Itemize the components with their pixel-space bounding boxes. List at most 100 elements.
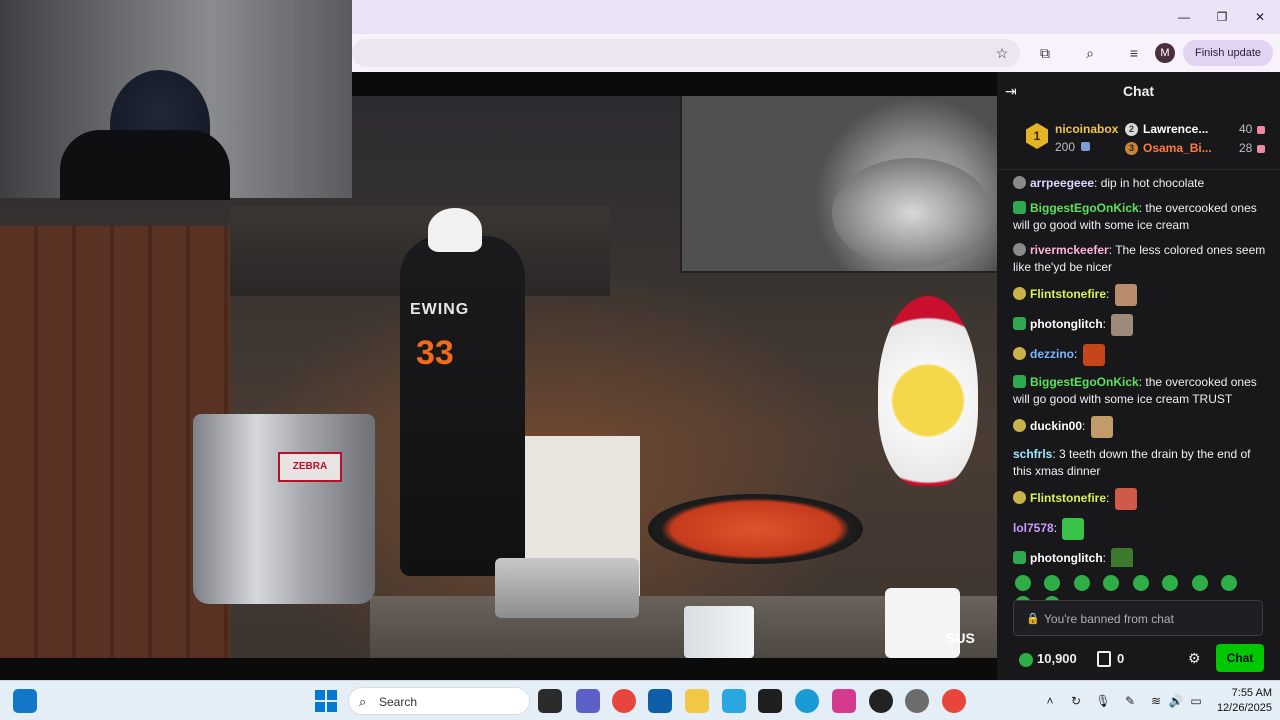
chat-emote-icon[interactable] [1114,284,1137,306]
chrome-icon[interactable] [612,689,636,713]
chat-separator: : [1102,317,1110,332]
chat-message[interactable]: photonglitch: [1013,314,1268,336]
emote-icon[interactable] [1162,575,1179,591]
restore-icon[interactable]: ❐ [1208,6,1236,28]
leaderboard-first-name[interactable]: nicoinabox [1055,122,1118,136]
emote-icon[interactable] [1015,575,1031,591]
store-icon[interactable] [1097,651,1111,667]
obs-icon[interactable] [869,689,893,713]
chat-username[interactable]: Flintstonefire [1030,491,1106,505]
chat-message[interactable]: lol7578: [1013,518,1268,540]
chat-message[interactable]: Flintstonefire: [1013,284,1268,306]
media-control-icon[interactable]: ≡ [1124,43,1144,63]
chat-username[interactable]: Flintstonefire [1030,287,1106,301]
chat-separator: : [1106,287,1113,302]
chat-username[interactable]: lol7578 [1013,521,1054,535]
emote-icon[interactable] [1221,575,1238,591]
jersey-number: 33 [416,334,454,372]
chat-username[interactable]: dezzino [1030,347,1074,361]
widgets-icon[interactable] [13,689,37,713]
chat-emote-icon[interactable] [1111,314,1134,336]
emote-icon[interactable] [1132,575,1149,591]
overhead-pot [832,158,992,268]
rank-badge-2: 2 [1125,123,1138,136]
teams-icon[interactable] [576,689,600,713]
taskbar-search[interactable]: ⌕ Search [348,687,530,715]
chat-emote-icon[interactable] [1090,416,1113,438]
chat-message-list[interactable]: arrpeegeee: dip in hot chocolate BiggestE… [997,175,1280,567]
santa-decoration [878,296,978,486]
emote-icon[interactable] [1073,575,1090,591]
chat-message[interactable]: Flintstonefire: [1013,488,1268,510]
system-clock[interactable]: 7:55 AM 12/26/2025 [1208,686,1272,716]
finish-update-button[interactable]: Finish update [1183,40,1273,66]
tab-search-icon[interactable]: ⌕ [1080,43,1100,63]
clock-time: 7:55 AM [1231,687,1272,699]
leaderboard-second-name[interactable]: Lawrence... [1143,122,1208,136]
microphone-icon[interactable]: 🎙 [1095,693,1111,709]
start-icon[interactable] [315,690,337,712]
chat-username[interactable]: schfrls [1013,447,1052,461]
sync-icon[interactable]: ↻ [1068,693,1084,709]
chat-input[interactable]: 🔒 You're banned from chat [1013,600,1263,636]
edge-icon[interactable] [795,689,819,713]
clock-date: 12/26/2025 [1216,702,1272,714]
chat-message[interactable]: BiggestEgoOnKick: the overcooked ones wi… [1013,200,1268,234]
store-app-icon[interactable] [648,689,672,713]
chat-emote-icon[interactable] [1082,344,1105,366]
chat-emote-icon[interactable] [1114,488,1137,510]
emote-icon[interactable] [1191,575,1208,591]
chat-username[interactable]: BiggestEgoOnKick [1030,201,1139,215]
chat-username[interactable]: photonglitch [1030,551,1103,565]
chat-message[interactable]: arrpeegeee: dip in hot chocolate [1013,175,1268,192]
search-icon: ⌕ [359,694,367,709]
dropbox-icon[interactable] [758,689,782,713]
leaderboard-third-name[interactable]: Osama_Bi... [1143,141,1212,155]
chat-separator: : [1106,491,1113,506]
profile-avatar[interactable]: M [1155,43,1175,63]
chat-emote-icon[interactable] [1111,548,1134,567]
chevron-up-icon[interactable]: ˄ [1042,693,1058,709]
emote-icon[interactable] [1044,575,1061,591]
star-icon[interactable]: ☆ [992,43,1012,63]
pot-logo: ZEBRA [278,452,342,482]
file-explorer-icon[interactable] [685,689,709,713]
gift-icon [1257,126,1265,134]
collapse-chat-icon[interactable]: ⇥ [1005,82,1023,100]
vscode-icon[interactable] [722,689,746,713]
chat-username[interactable]: arrpeegeee [1030,176,1094,190]
settings-icon[interactable] [905,689,929,713]
chat-emote-icon[interactable] [1062,518,1085,540]
chat-message[interactable]: BiggestEgoOnKick: the overcooked ones wi… [1013,374,1268,408]
chat-message[interactable]: duckin00: [1013,416,1268,438]
chat-message[interactable]: photonglitch: [1013,548,1268,567]
pen-icon[interactable]: ✎ [1122,693,1138,709]
minimize-icon[interactable]: — [1170,6,1198,28]
chat-username[interactable]: photonglitch [1030,317,1103,331]
volume-icon[interactable]: 🔊 [1168,693,1184,709]
chat-username[interactable]: rivermckeefer [1030,243,1109,257]
chat-message[interactable]: rivermckeefer: The less colored ones see… [1013,242,1268,276]
rank-badge-1: 1 [1026,123,1048,149]
instagram-icon[interactable] [832,689,856,713]
chef-figure [400,236,525,576]
chat-username[interactable]: duckin00 [1030,419,1082,433]
close-icon[interactable]: ✕ [1246,6,1274,28]
task-view-icon[interactable] [538,689,562,713]
send-chat-button[interactable]: Chat [1216,644,1264,672]
chat-message[interactable]: dezzino: [1013,344,1268,366]
address-bar[interactable] [352,39,1020,67]
chat-username[interactable]: BiggestEgoOnKick [1030,375,1139,389]
chat-title: Chat [1122,83,1155,99]
chrome-profile-icon[interactable] [942,689,966,713]
puzzle-icon[interactable]: ⧉ [1035,43,1055,63]
chat-separator: : [1053,521,1061,536]
user-badge-icon [1013,419,1026,433]
emote-icon[interactable] [1103,575,1120,591]
channel-points-icon[interactable] [1019,653,1033,667]
wifi-icon[interactable]: ≋ [1148,693,1164,709]
chat-header: Chat ⇥ [997,72,1280,110]
gear-icon[interactable]: ⚙ [1188,650,1201,667]
battery-icon[interactable]: ▭ [1188,693,1204,709]
chat-message[interactable]: schfrls: 3 teeth down the drain by the e… [1013,446,1268,480]
